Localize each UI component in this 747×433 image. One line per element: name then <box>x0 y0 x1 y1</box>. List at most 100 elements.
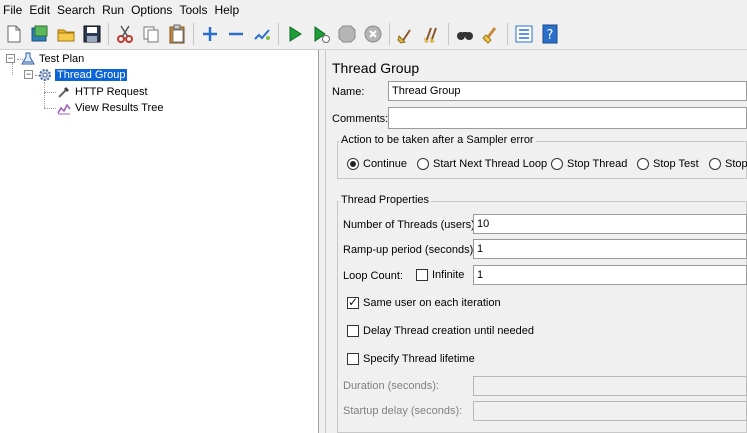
panel-title: Thread Group <box>332 60 420 76</box>
menu-bar: File Edit Search Run Options Tools Help <box>0 0 747 19</box>
loop-count-field[interactable]: 1 <box>473 265 747 285</box>
radio-stop-test-now[interactable]: Stop <box>709 158 747 170</box>
menu-tools[interactable]: Tools <box>179 3 207 17</box>
radio-label: Start Next Thread Loop <box>433 158 548 170</box>
delay-thread-creation-checkbox[interactable]: Delay Thread creation until needed <box>347 325 534 337</box>
toolbar-separator <box>278 23 279 45</box>
radio-indicator <box>417 158 429 170</box>
radio-stop-thread[interactable]: Stop Thread <box>551 158 627 170</box>
save-icon[interactable] <box>81 23 103 45</box>
toolbar-separator <box>389 23 390 45</box>
comments-label: Comments: <box>332 113 389 125</box>
menu-search[interactable]: Search <box>57 3 95 17</box>
tree-item-test-plan[interactable]: Test Plan <box>21 51 84 67</box>
listener-chart-icon <box>57 103 71 115</box>
tree-item-label: Test Plan <box>39 53 85 65</box>
svg-text:?: ? <box>547 28 554 43</box>
checkbox-indicator <box>347 325 359 337</box>
radio-stop-test[interactable]: Stop Test <box>637 158 699 170</box>
name-label: Name: <box>332 86 365 98</box>
tree-connector <box>44 108 56 109</box>
thread-properties-legend: Thread Properties <box>339 194 432 206</box>
tree-connector <box>12 63 13 75</box>
toolbar-separator <box>108 23 109 45</box>
tree-collapse-toggle[interactable]: − <box>24 70 33 79</box>
radio-label: Stop <box>725 158 747 170</box>
menu-options[interactable]: Options <box>131 3 172 17</box>
tree-item-label: View Results Tree <box>75 102 164 114</box>
checkbox-label: Same user on each iteration <box>363 297 501 309</box>
infinite-checkbox[interactable]: Infinite <box>416 269 464 281</box>
checkbox-label: Specify Thread lifetime <box>363 353 475 365</box>
tree-item-label: Thread Group <box>55 69 128 81</box>
tree-item-http-request[interactable]: HTTP Request <box>57 84 148 100</box>
menu-file[interactable]: File <box>3 3 22 17</box>
radio-indicator <box>347 158 359 170</box>
sampler-pipette-icon <box>58 87 69 98</box>
checkbox-indicator <box>416 269 428 281</box>
toolbar-separator <box>193 23 194 45</box>
tree-connector <box>44 92 56 93</box>
test-plan-icon <box>21 52 35 65</box>
copy-icon[interactable] <box>140 23 162 45</box>
toolbar-separator <box>507 23 508 45</box>
tree-item-thread-group[interactable]: Thread Group <box>38 67 128 83</box>
duration-field[interactable] <box>473 376 747 396</box>
startup-delay-label: Startup delay (seconds): <box>343 405 463 417</box>
paste-icon[interactable] <box>166 23 188 45</box>
specify-thread-lifetime-checkbox[interactable]: Specify Thread lifetime <box>347 353 475 365</box>
expand-icon[interactable] <box>199 23 221 45</box>
toggle-icon[interactable] <box>251 23 273 45</box>
start-icon[interactable] <box>284 23 306 45</box>
rampup-label: Ramp-up period (seconds): <box>343 244 477 256</box>
test-plan-tree: − Test Plan − Thread Group HTTP Request … <box>0 50 319 433</box>
radio-indicator <box>709 158 721 170</box>
radio-indicator <box>551 158 563 170</box>
clear-icon[interactable] <box>395 23 417 45</box>
help-icon[interactable]: ? <box>539 23 561 45</box>
start-no-timers-icon[interactable] <box>310 23 332 45</box>
menu-run[interactable]: Run <box>102 3 124 17</box>
templates-icon[interactable] <box>29 23 51 45</box>
collapse-icon[interactable] <box>225 23 247 45</box>
search-icon[interactable] <box>454 23 476 45</box>
toolbar-separator <box>448 23 449 45</box>
toolbar: ? <box>0 19 747 50</box>
open-icon[interactable] <box>55 23 77 45</box>
reset-search-icon[interactable] <box>480 23 502 45</box>
new-icon[interactable] <box>3 23 25 45</box>
checkbox-label: Delay Thread creation until needed <box>363 325 535 337</box>
radio-label: Continue <box>363 158 408 170</box>
menu-help[interactable]: Help <box>214 3 239 17</box>
tree-collapse-toggle[interactable]: − <box>6 54 15 63</box>
clear-all-icon[interactable] <box>421 23 443 45</box>
checkbox-indicator <box>347 353 359 365</box>
radio-label: Stop Test <box>653 158 699 170</box>
radio-start-next-thread-loop[interactable]: Start Next Thread Loop <box>417 158 547 170</box>
threads-field[interactable]: 10 <box>473 214 747 234</box>
stop-icon[interactable] <box>336 23 358 45</box>
function-helper-icon[interactable] <box>513 23 535 45</box>
checkbox-indicator <box>347 295 359 309</box>
cut-icon[interactable] <box>114 23 136 45</box>
startup-delay-field[interactable] <box>473 401 747 421</box>
radio-indicator <box>637 158 649 170</box>
comments-field[interactable] <box>388 107 747 129</box>
radio-label: Stop Thread <box>567 158 628 170</box>
same-user-checkbox[interactable]: Same user on each iteration <box>347 295 501 309</box>
rampup-field[interactable]: 1 <box>473 239 747 259</box>
tree-connector <box>44 82 45 108</box>
menu-edit[interactable]: Edit <box>29 3 50 17</box>
name-field[interactable]: Thread Group <box>388 81 747 101</box>
thread-group-gear-icon <box>39 69 51 81</box>
radio-continue[interactable]: Continue <box>347 158 407 170</box>
loop-count-label: Loop Count: <box>343 270 403 282</box>
shutdown-icon[interactable] <box>362 23 384 45</box>
tree-item-view-results-tree[interactable]: View Results Tree <box>57 100 163 116</box>
tree-item-label: HTTP Request <box>75 86 148 98</box>
thread-properties-group <box>337 201 747 433</box>
pane-splitter[interactable] <box>319 50 326 433</box>
duration-label: Duration (seconds): <box>343 380 439 392</box>
checkbox-label: Infinite <box>432 269 465 281</box>
thread-group-panel: Thread Group Name: Thread Group Comments… <box>327 50 747 433</box>
